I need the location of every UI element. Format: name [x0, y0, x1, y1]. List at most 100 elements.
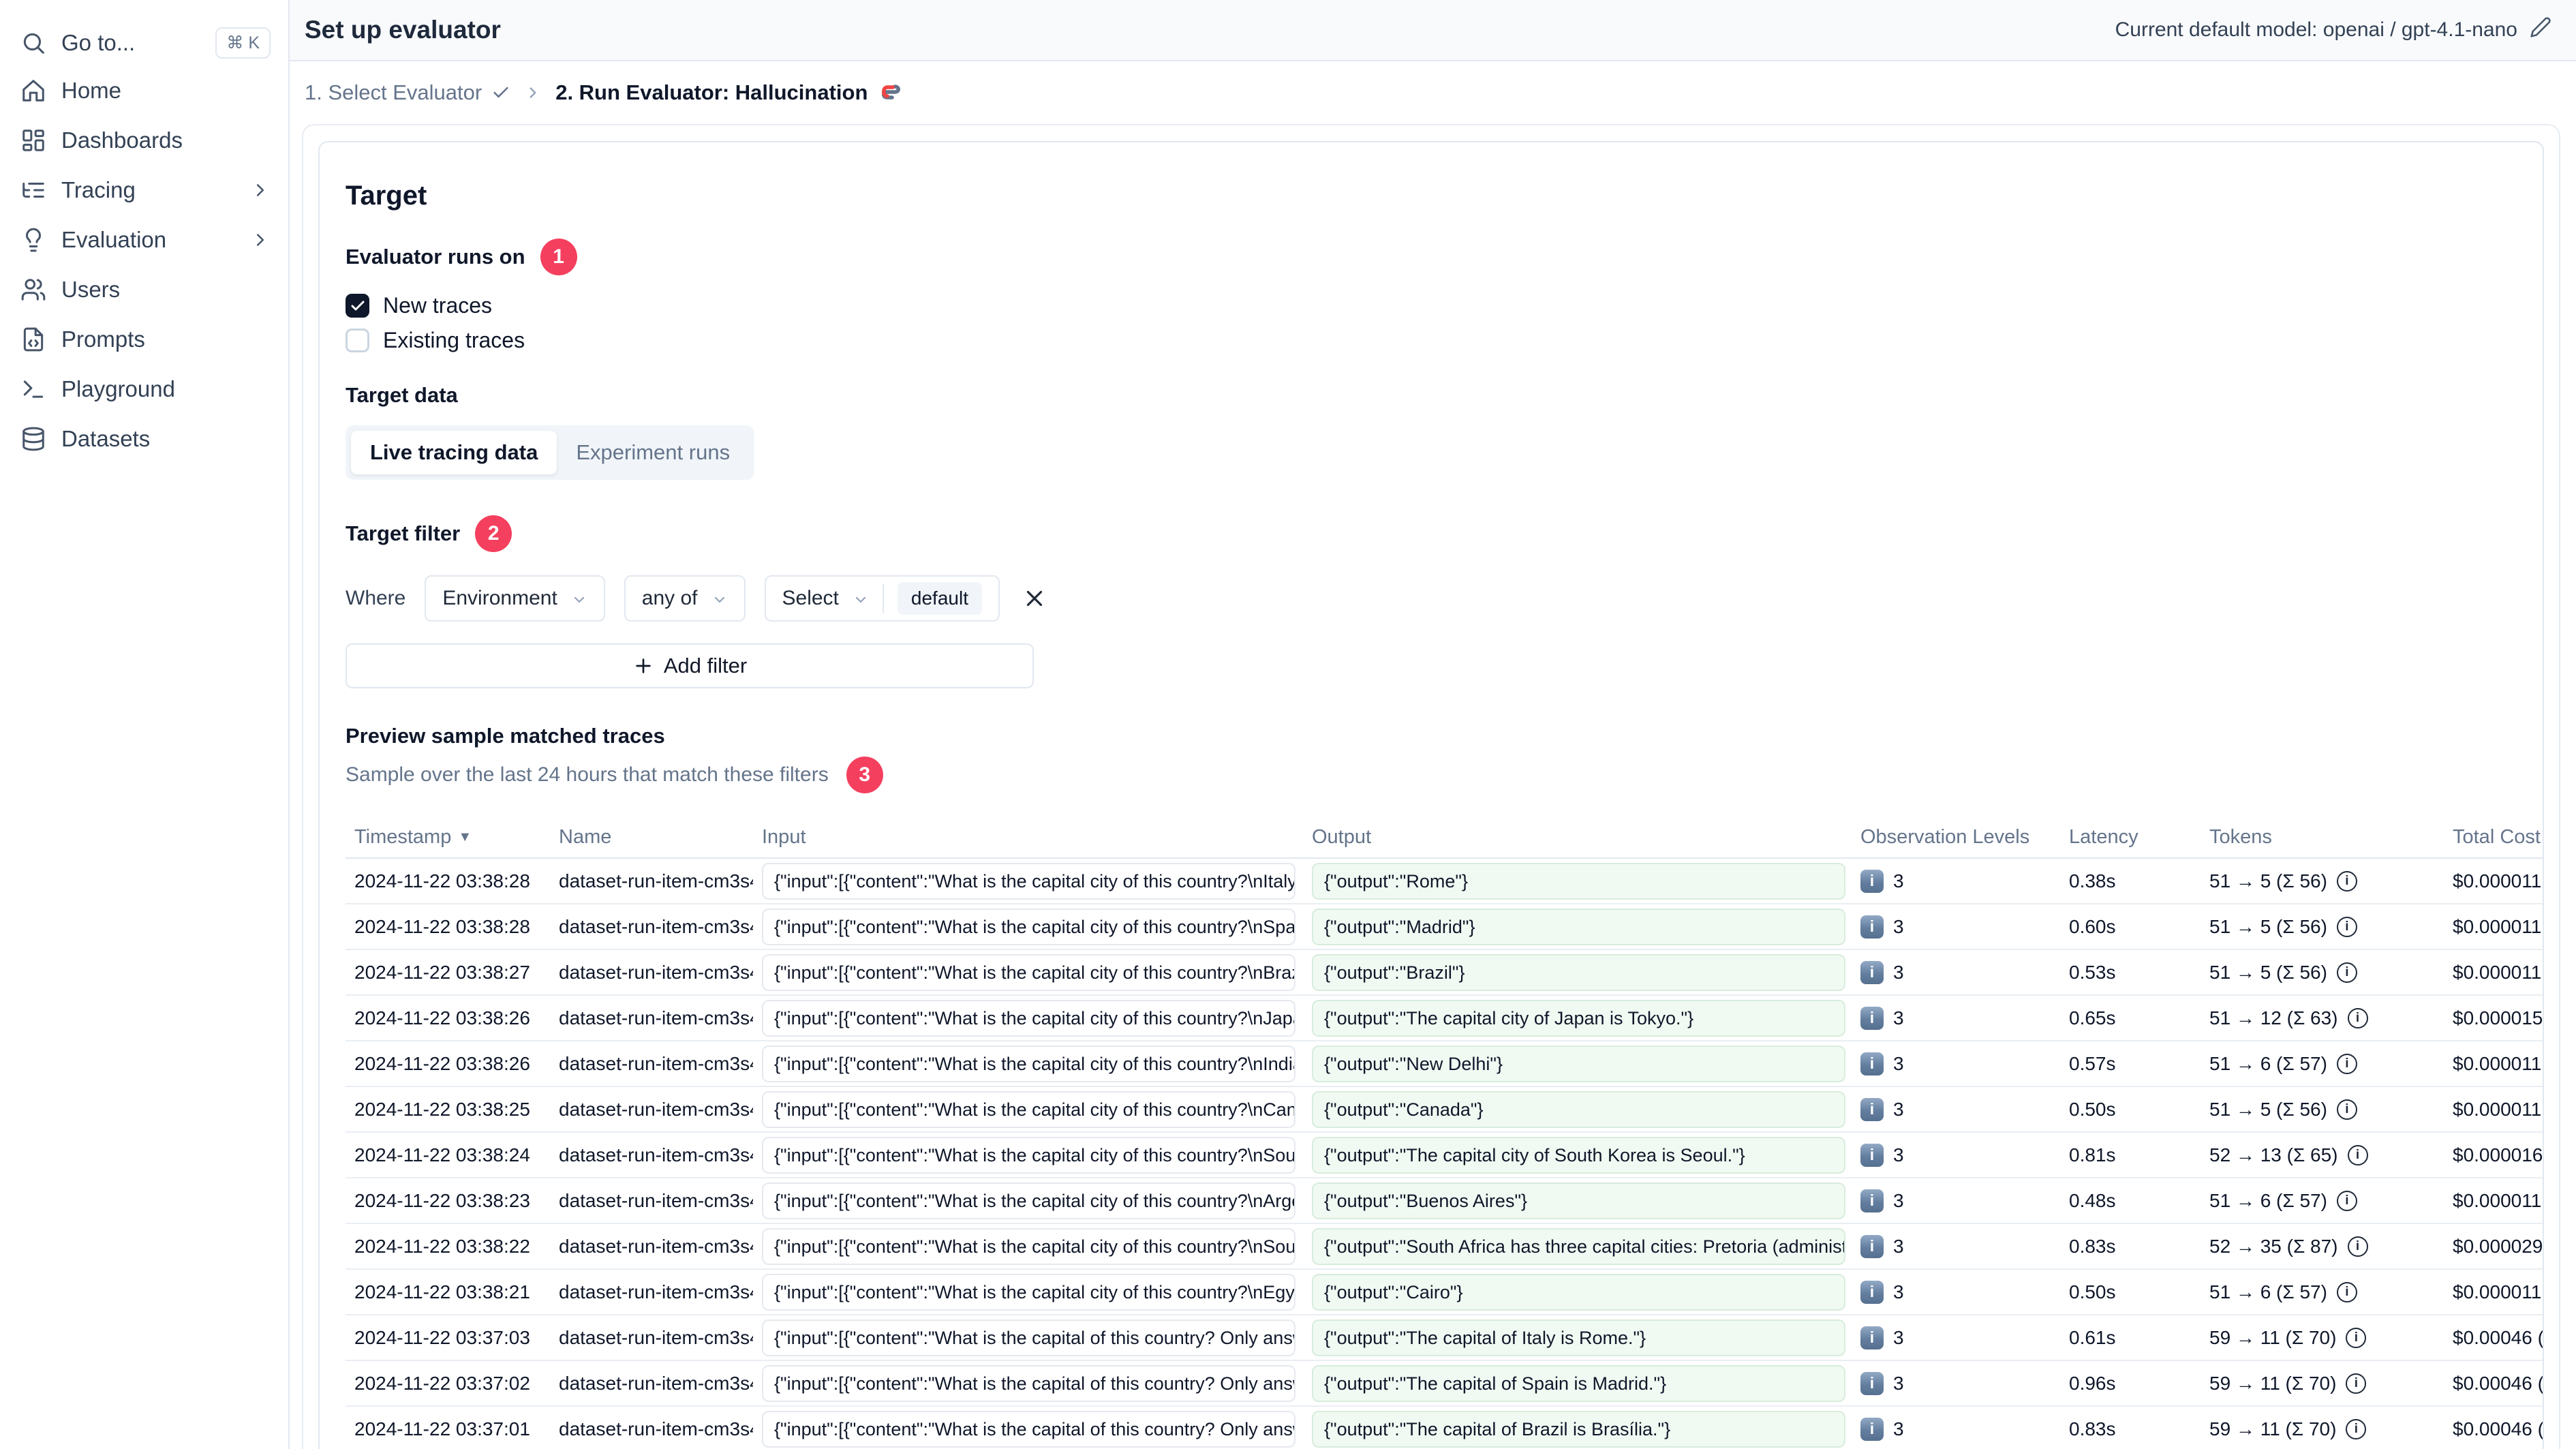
output-json-preview[interactable]: {"output":"Madrid"} [1312, 908, 1845, 945]
cell-input: {"input":[{"content":"What is the capita… [753, 1319, 1303, 1356]
users-icon [20, 277, 46, 303]
input-json-preview[interactable]: {"input":[{"content":"What is the capita… [762, 1227, 1295, 1265]
info-icon[interactable]: i [2336, 962, 2357, 983]
checkbox-existing-traces[interactable]: Existing traces [346, 328, 2517, 353]
annotation-badge-2: 2 [475, 515, 512, 552]
sidebar-item-home[interactable]: Home [20, 65, 271, 115]
output-json-preview[interactable]: {"output":"Canada"} [1312, 1090, 1845, 1128]
input-json-preview[interactable]: {"input":[{"content":"What is the capita… [762, 954, 1295, 991]
output-json-preview[interactable]: {"output":"South Africa has three capita… [1312, 1227, 1845, 1265]
info-icon[interactable]: i [2346, 1418, 2367, 1439]
table-row[interactable]: 2024-11-22 03:38:24 dataset-run-item-cm3s… [346, 1133, 2543, 1178]
sidebar-item-evaluation[interactable]: Evaluation [20, 215, 271, 264]
cell-timestamp: 2024-11-22 03:37:03 [354, 1326, 530, 1348]
cell-observation-levels: i3 [1852, 1371, 2060, 1395]
remove-filter-icon[interactable] [1022, 585, 1047, 611]
input-json-preview[interactable]: {"input":[{"content":"What is the capita… [762, 1045, 1295, 1082]
input-json-preview[interactable]: {"input":[{"content":"What is the capita… [762, 1136, 1295, 1174]
info-icon[interactable]: i [2347, 1144, 2368, 1165]
column-header-input[interactable]: Input [753, 826, 1303, 849]
input-json-preview[interactable]: {"input":[{"content":"What is the capita… [762, 862, 1295, 900]
cell-timestamp: 2024-11-22 03:38:25 [354, 1098, 530, 1120]
cell-observation-levels: i3 [1852, 1006, 2060, 1030]
sidebar-item-playground[interactable]: Playground [20, 364, 271, 414]
sidebar-item-prompts[interactable]: Prompts [20, 314, 271, 364]
table-row[interactable]: 2024-11-22 03:37:01 dataset-run-item-cm3s… [346, 1407, 2543, 1449]
table-row[interactable]: 2024-11-22 03:38:26 dataset-run-item-cm3s… [346, 1041, 2544, 1087]
table-row[interactable]: 2024-11-22 03:38:22 dataset-run-item-cm3s… [346, 1224, 2543, 1270]
table-row[interactable]: 2024-11-22 03:38:28 dataset-run-item-cm3s… [346, 859, 2543, 904]
filter-value-select[interactable]: Select default [764, 575, 1000, 622]
column-header-name[interactable]: Name [550, 826, 753, 849]
tab-live-tracing-data[interactable]: Live tracing data [351, 431, 557, 474]
table-row[interactable]: 2024-11-22 03:38:27 dataset-run-item-cm3s… [346, 950, 2543, 996]
output-json-preview[interactable]: {"output":"Cairo"} [1312, 1273, 1845, 1311]
info-icon[interactable]: i [2336, 916, 2357, 937]
input-json-preview[interactable]: {"input":[{"content":"What is the capita… [762, 999, 1295, 1037]
input-json-preview[interactable]: {"input":[{"content":"What is the capita… [762, 1410, 1295, 1448]
tab-experiment-runs[interactable]: Experiment runs [557, 431, 749, 474]
info-icon[interactable]: i [2346, 1327, 2367, 1348]
table-row[interactable]: 2024-11-22 03:37:03 dataset-run-item-cm3s… [346, 1315, 2543, 1361]
info-icon[interactable]: i [2336, 870, 2357, 891]
cell-latency: 0.57s [2069, 1052, 2116, 1074]
info-icon[interactable]: i [2347, 1236, 2368, 1257]
cell-name: dataset-run-item-cm3s4 [559, 1281, 753, 1302]
cell-total-cost: $0.000011 ( [2453, 1052, 2544, 1074]
column-header-output[interactable]: Output [1303, 826, 1852, 849]
goto-search[interactable]: Go to... ⌘ K [20, 20, 271, 65]
output-json-preview[interactable]: {"output":"Buenos Aires"} [1312, 1182, 1845, 1219]
breadcrumb-step1[interactable]: 1. Select Evaluator [305, 80, 510, 105]
cell-latency: 0.38s [2069, 870, 2116, 891]
sidebar-item-datasets[interactable]: Datasets [20, 414, 271, 463]
info-icon[interactable]: i [2336, 1281, 2357, 1302]
input-json-preview[interactable]: {"input":[{"content":"What is the capita… [762, 1319, 1295, 1356]
info-icon[interactable]: i [2347, 1007, 2368, 1028]
cell-latency: 0.53s [2069, 961, 2116, 983]
column-header-observation-levels[interactable]: Observation Levels [1852, 826, 2060, 849]
cell-tokens: 52 → 35 (Σ 87) i [2201, 1236, 2444, 1257]
input-json-preview[interactable]: {"input":[{"content":"What is the capita… [762, 908, 1295, 945]
sidebar-item-users[interactable]: Users [20, 264, 271, 314]
output-json-preview[interactable]: {"output":"The capital of Brazil is Bras… [1312, 1410, 1845, 1448]
cell-output: {"output":"The capital of Spain is Madri… [1303, 1364, 1852, 1402]
checkbox-new-traces[interactable]: New traces [346, 293, 2517, 318]
output-json-preview[interactable]: {"output":"The capital of Italy is Rome.… [1312, 1319, 1845, 1356]
input-json-preview[interactable]: {"input":[{"content":"What is the capita… [762, 1182, 1295, 1219]
info-icon[interactable]: i [2336, 1099, 2357, 1120]
cell-tokens: 59 → 11 (Σ 70) i [2201, 1327, 2444, 1349]
cell-total-cost: $0.000011 ( [2453, 915, 2544, 937]
filter-operator-select[interactable]: any of [624, 575, 746, 622]
input-json-preview[interactable]: {"input":[{"content":"What is the capita… [762, 1364, 1295, 1402]
column-header-timestamp[interactable]: Timestamp ▼ [346, 826, 550, 849]
output-json-preview[interactable]: {"output":"Rome"} [1312, 862, 1845, 900]
column-header-total-cost[interactable]: Total Cost [2444, 826, 2543, 849]
sidebar-item-tracing[interactable]: Tracing [20, 165, 271, 215]
edit-pencil-icon[interactable] [2530, 16, 2551, 44]
output-json-preview[interactable]: {"output":"The capital city of South Kor… [1312, 1136, 1845, 1174]
info-icon[interactable]: i [2346, 1373, 2367, 1394]
output-json-preview[interactable]: {"output":"The capital city of Japan is … [1312, 999, 1845, 1037]
input-json-preview[interactable]: {"input":[{"content":"What is the capita… [762, 1090, 1295, 1128]
output-json-preview[interactable]: {"output":"Brazil"} [1312, 954, 1845, 991]
cell-observation-levels: i3 [1852, 1234, 2060, 1258]
cell-input: {"input":[{"content":"What is the capita… [753, 1136, 1303, 1174]
column-header-latency[interactable]: Latency [2060, 826, 2201, 849]
table-row[interactable]: 2024-11-22 03:38:23 dataset-run-item-cm3s… [346, 1178, 2543, 1224]
table-row[interactable]: 2024-11-22 03:37:02 dataset-run-item-cm3s… [346, 1361, 2543, 1407]
input-json-preview[interactable]: {"input":[{"content":"What is the capita… [762, 1273, 1295, 1311]
output-json-preview[interactable]: {"output":"The capital of Spain is Madri… [1312, 1364, 1845, 1402]
table-row[interactable]: 2024-11-22 03:38:21 dataset-run-item-cm3s… [346, 1270, 2543, 1315]
preview-subtitle-row: Sample over the last 24 hours that match… [346, 757, 2517, 793]
sidebar-item-dashboards[interactable]: Dashboards [20, 115, 271, 165]
add-filter-button[interactable]: Add filter [346, 643, 1034, 688]
info-icon[interactable]: i [2336, 1053, 2357, 1074]
table-row[interactable]: 2024-11-22 03:38:25 dataset-run-item-cm3s… [346, 1087, 2543, 1133]
output-json-preview[interactable]: {"output":"New Delhi"} [1312, 1045, 1845, 1082]
column-header-tokens[interactable]: Tokens [2201, 826, 2444, 849]
checkbox-empty-icon [346, 329, 369, 352]
info-icon[interactable]: i [2336, 1190, 2357, 1211]
table-row[interactable]: 2024-11-22 03:38:26 dataset-run-item-cm3s… [346, 996, 2543, 1041]
table-row[interactable]: 2024-11-22 03:38:28 dataset-run-item-cm3s… [346, 904, 2544, 950]
filter-field-select[interactable]: Environment [425, 575, 605, 622]
